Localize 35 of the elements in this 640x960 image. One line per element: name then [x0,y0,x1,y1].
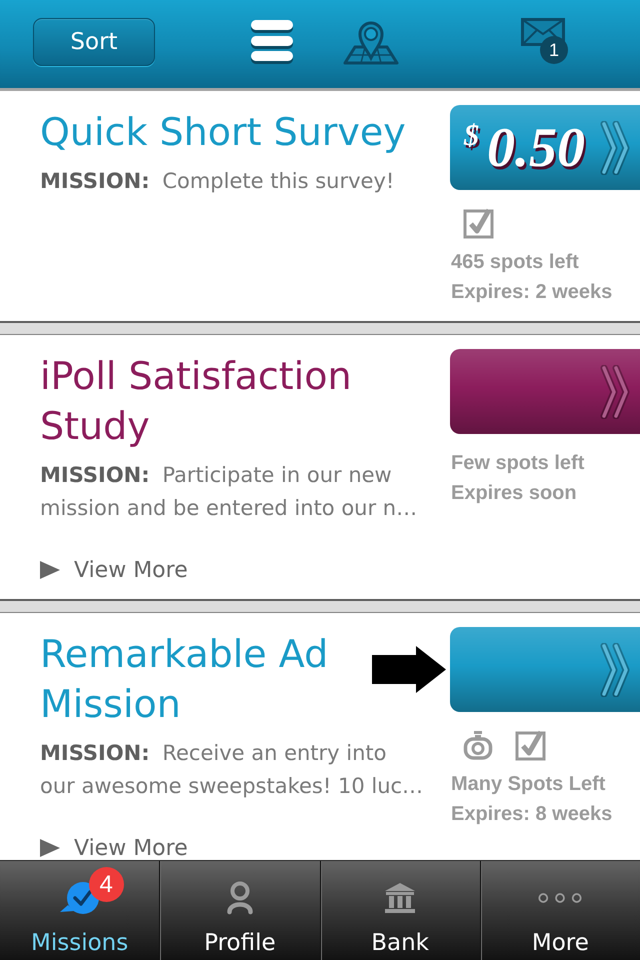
more-dots-icon [538,892,582,904]
person-icon [226,881,254,915]
tab[interactable]: More [480,861,640,960]
checkbox-icon [463,207,495,239]
view-more-link[interactable]: View More [40,833,188,860]
mission-title: Quick Short Survey [40,109,407,156]
double-chevron-icon [600,364,630,418]
spots-left-text: 465 spots left [451,250,580,275]
tab[interactable]: Bank [320,861,480,960]
mission-button[interactable] [450,349,640,434]
double-chevron-icon [600,642,630,696]
mission-title: iPoll Satisfaction Study [40,353,353,450]
mission-button[interactable] [450,627,640,712]
expiry-text: Expires soon [451,481,578,506]
triangle-icon [40,561,60,579]
spots-left-text: Few spots left [451,451,586,476]
mission-description: MISSION: Complete this survey! [40,168,396,195]
double-chevron-icon [600,120,630,174]
notification-badge: 4 [88,867,124,902]
view-more-link[interactable]: View More [40,555,188,585]
sort-button[interactable]: Sort [33,18,155,66]
expiry-text: Expires: 8 weeks [451,802,614,827]
unread-badge: 1 [540,36,568,64]
menu-icon[interactable] [250,20,294,64]
tab[interactable]: 4 Missions [0,861,160,960]
mission-title: Remarkable Ad Mission [40,631,330,728]
triangle-icon [40,839,60,857]
checkbox-icon [515,729,547,761]
spots-left-text: Many Spots Left [451,772,606,797]
mission-description: MISSION: Participate in our new mission and be entered into our n… [40,462,418,522]
bank-icon [384,882,416,914]
expiry-text: Expires: 2 weeks [451,280,614,305]
camera-icon [463,729,493,761]
tab[interactable]: Profile [159,861,320,960]
mission-description: MISSION: Receive an entry into our awesome sweepstakes! 10 luc… [40,740,424,800]
